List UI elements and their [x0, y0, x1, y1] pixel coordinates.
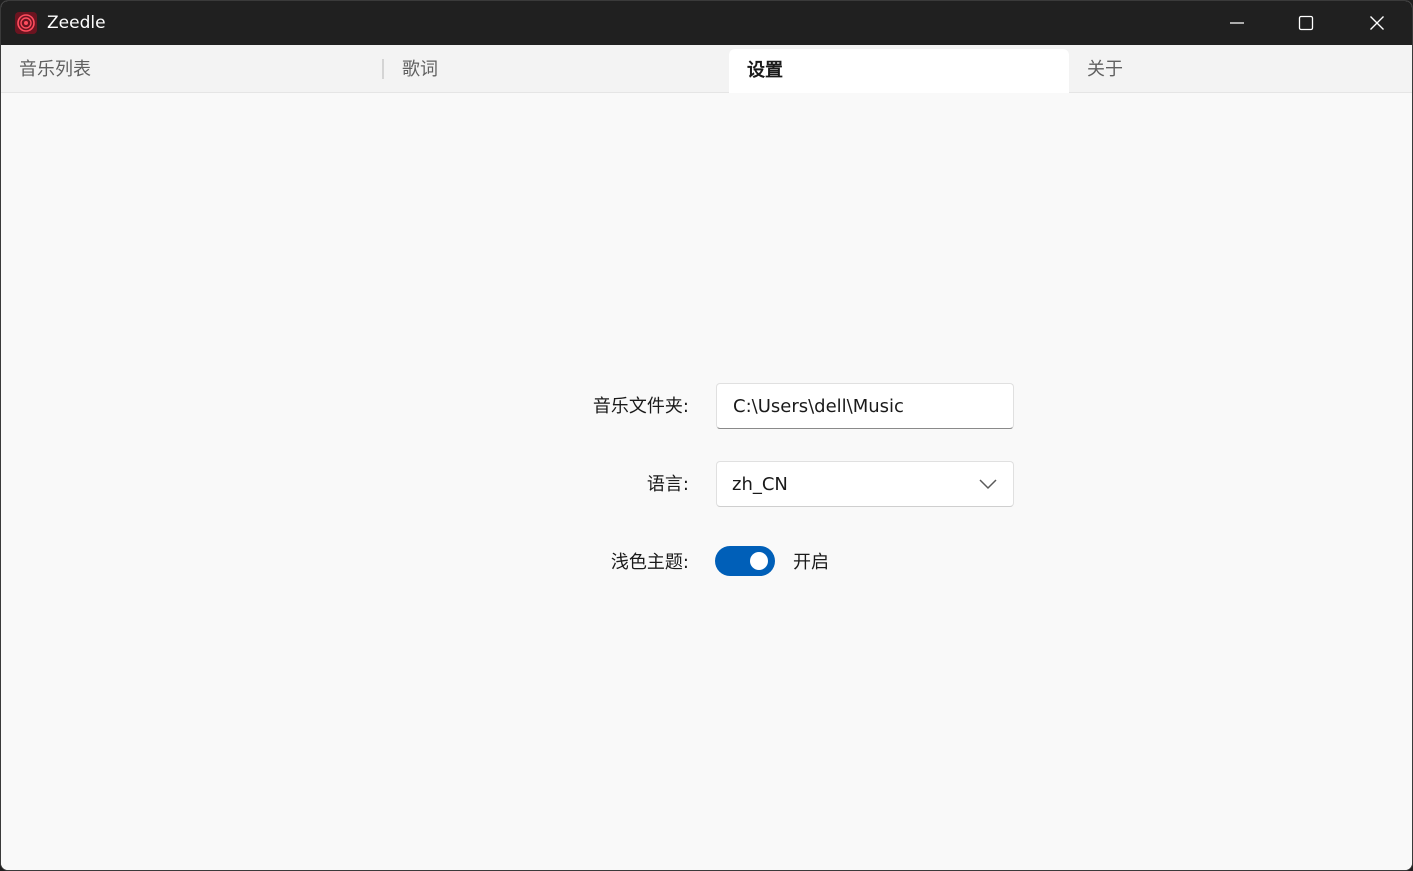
language-selected-value: zh_CN [732, 474, 788, 495]
language-label: 语言: [646, 474, 689, 495]
light-theme-state-text: 开启 [793, 552, 829, 573]
tab-bar: 音乐列表 歌词 设置 关于 [1, 45, 1412, 94]
minimize-icon [1230, 22, 1244, 24]
app-logo-icon [15, 12, 37, 34]
title-bar[interactable]: Zeedle [1, 1, 1412, 45]
maximize-icon [1298, 15, 1314, 31]
minimize-button[interactable] [1202, 1, 1272, 45]
tab-about[interactable]: 关于 [1069, 45, 1412, 93]
music-folder-input[interactable]: C:\Users\dell\Music [716, 383, 1014, 429]
light-theme-label: 浅色主题: [610, 552, 689, 573]
toggle-knob [750, 552, 768, 570]
tab-music-list[interactable]: 音乐列表 [1, 45, 384, 93]
settings-panel: 音乐文件夹: C:\Users\dell\Music 语言: zh_CN 浅色主… [1, 93, 1412, 870]
language-select[interactable]: zh_CN [716, 461, 1014, 507]
app-window: Zeedle 音乐列表 歌词 设置 关于 音乐文件夹: C:\Users\del… [0, 0, 1413, 871]
close-button[interactable] [1342, 1, 1412, 45]
tab-settings[interactable]: 设置 [729, 49, 1069, 94]
music-folder-label: 音乐文件夹: [592, 396, 689, 417]
chevron-down-icon [979, 479, 997, 490]
maximize-button[interactable] [1271, 1, 1341, 45]
tab-lyrics[interactable]: 歌词 [384, 45, 729, 93]
close-icon [1370, 16, 1384, 30]
light-theme-toggle[interactable] [715, 546, 775, 576]
window-title: Zeedle [47, 13, 106, 33]
